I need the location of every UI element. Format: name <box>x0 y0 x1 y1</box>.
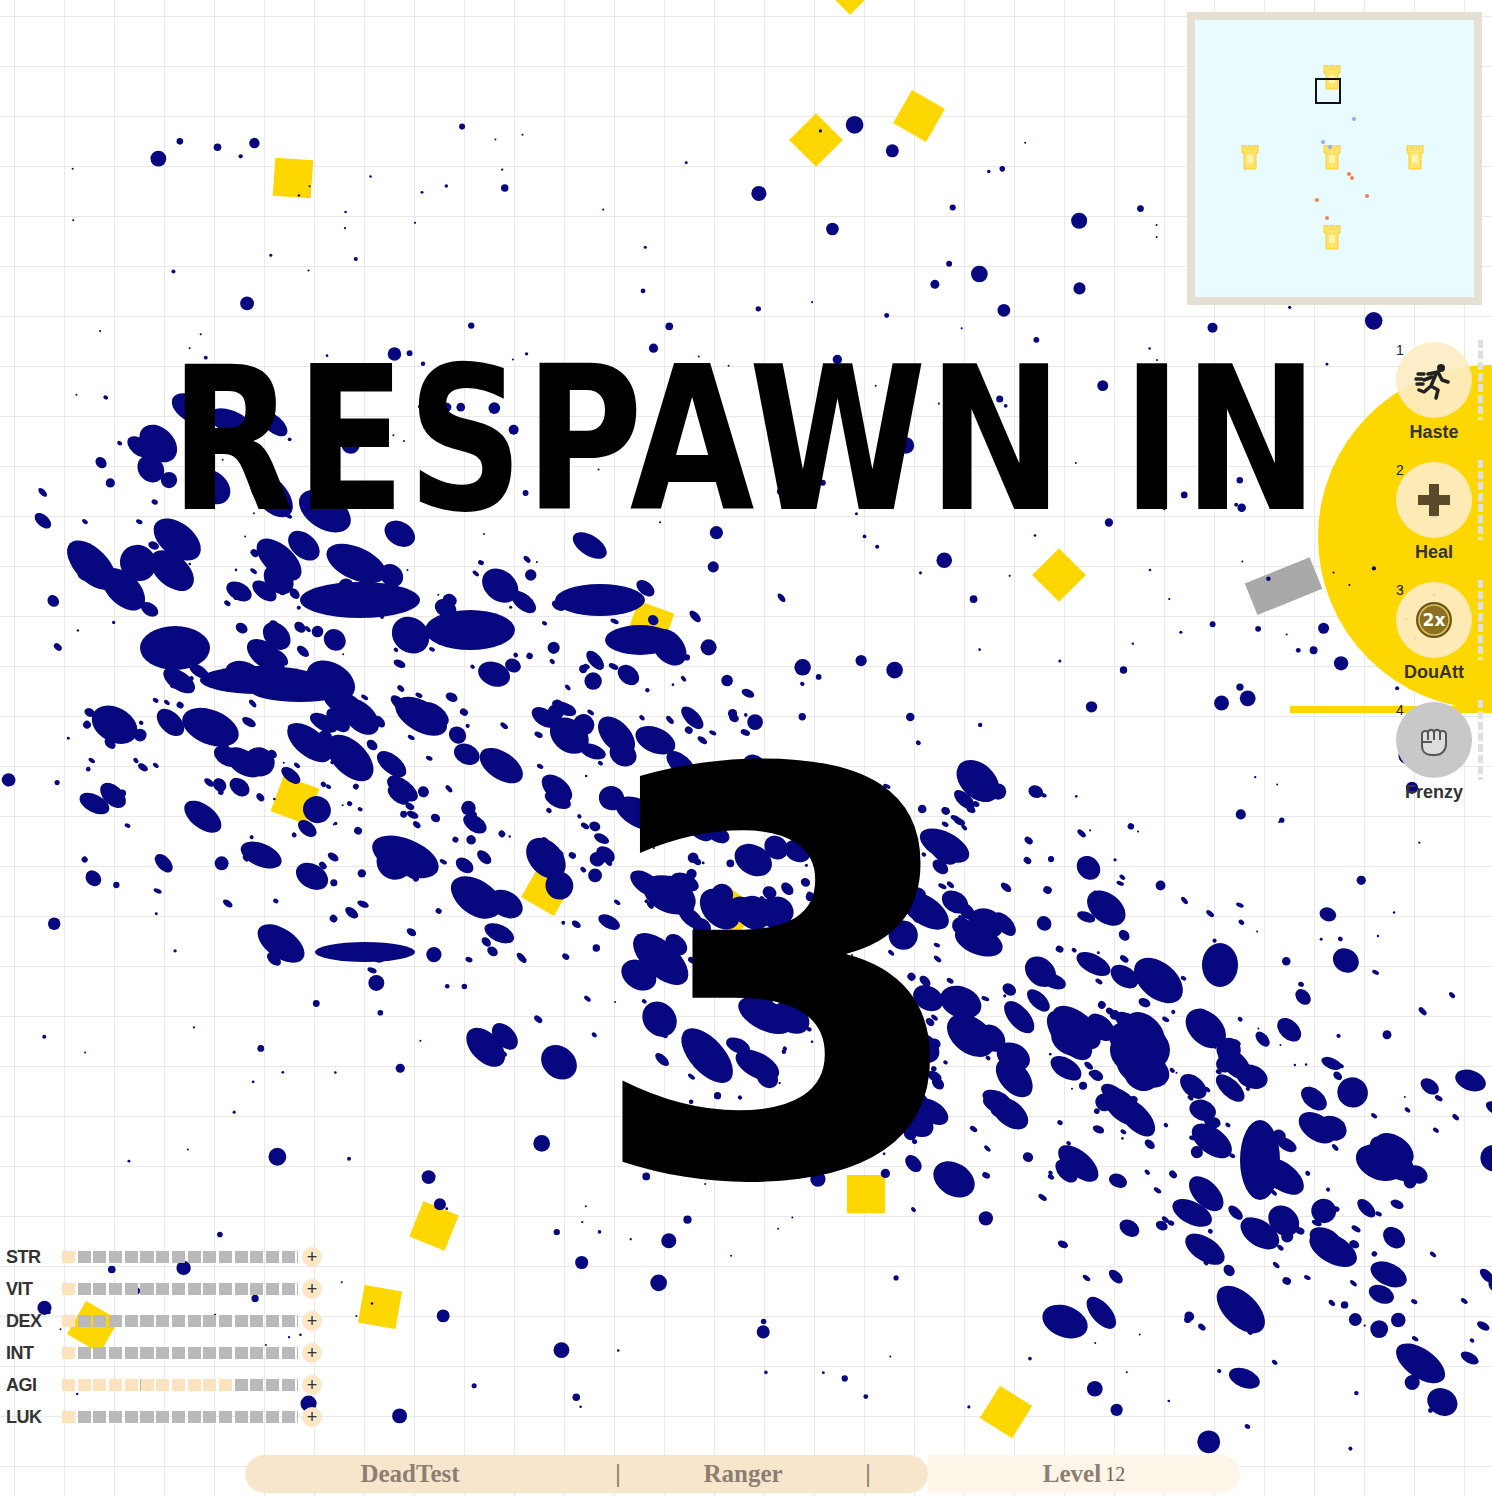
skill[interactable]: 3 2x DouAtt <box>1392 580 1476 690</box>
minimap-player-marker <box>1315 78 1341 104</box>
minimap-dot <box>1365 194 1369 198</box>
cooldown-bar <box>1478 580 1483 660</box>
heal-plus-icon <box>1414 480 1454 520</box>
stat-panel: STR + VIT + DEX + INT + AGI + LUK + <box>6 1246 322 1428</box>
skill-label: DouAtt <box>1404 662 1464 683</box>
food-square <box>67 1301 119 1353</box>
stat-row: STR + <box>6 1246 322 1268</box>
stat-plus-button[interactable]: + <box>302 1279 322 1299</box>
food-square <box>358 1285 402 1329</box>
food-square <box>980 1386 1032 1438</box>
stat-label: DEX <box>6 1311 62 1332</box>
stat-label: AGI <box>6 1375 62 1396</box>
skill-button[interactable] <box>1396 462 1472 538</box>
skill-label: Haste <box>1409 422 1458 443</box>
player-info-bar: DeadTest|Ranger|Level12 <box>245 1455 1240 1493</box>
stat-row: VIT + <box>6 1278 322 1300</box>
skill-label: Heal <box>1415 542 1453 563</box>
skill-hotkey: 1 <box>1396 342 1404 358</box>
tower-icon <box>1241 145 1259 171</box>
tower-icon <box>1323 225 1341 251</box>
skill-bar: 1 Haste 2 Heal 3 2x DouAtt 4 Frenzy <box>1392 340 1476 810</box>
stat-track <box>62 1315 298 1327</box>
tower-icon <box>1323 145 1341 171</box>
minimap-dot <box>1350 176 1354 180</box>
stat-fill <box>62 1379 235 1391</box>
skill-hotkey: 2 <box>1396 462 1404 478</box>
stat-plus-button[interactable]: + <box>302 1343 322 1363</box>
stat-track <box>62 1379 298 1391</box>
skill[interactable]: 4 Frenzy <box>1392 700 1476 810</box>
stat-fill <box>62 1283 78 1295</box>
fist-icon <box>1414 720 1454 760</box>
skill[interactable]: 1 Haste <box>1392 340 1476 450</box>
stat-fill <box>62 1347 78 1359</box>
tower-icon <box>1406 145 1424 171</box>
stat-label: LUK <box>6 1407 62 1428</box>
cooldown-bar <box>1478 700 1483 780</box>
cooldown-bar <box>1478 340 1483 420</box>
minimap-dot <box>1315 198 1319 202</box>
minimap-dot <box>1325 216 1329 220</box>
respawn-title: RESPAWN IN <box>170 340 1320 540</box>
stat-track <box>62 1251 298 1263</box>
stat-track <box>62 1283 298 1295</box>
food-square <box>1032 548 1086 602</box>
separator: | <box>575 1456 661 1492</box>
skill-hotkey: 3 <box>1396 582 1404 598</box>
stat-plus-button[interactable]: + <box>302 1407 322 1427</box>
stat-row: DEX + <box>6 1310 322 1332</box>
stat-plus-button[interactable]: + <box>302 1375 322 1395</box>
player-barrel <box>1245 557 1323 615</box>
respawn-countdown: 3 <box>585 700 925 1260</box>
double-attack-icon: 2x <box>1414 600 1454 640</box>
food-square <box>409 1201 458 1250</box>
minimap-dot <box>1321 140 1325 144</box>
player-level: Level12 <box>928 1455 1240 1493</box>
stat-track <box>62 1411 298 1423</box>
skill[interactable]: 2 Heal <box>1392 460 1476 570</box>
level-value: 12 <box>1105 1463 1125 1486</box>
minimap-dot <box>1352 117 1356 121</box>
separator: | <box>825 1456 911 1492</box>
stat-row: INT + <box>6 1342 322 1364</box>
stat-fill <box>62 1315 78 1327</box>
player-name: DeadTest <box>245 1456 575 1492</box>
stat-label: STR <box>6 1247 62 1268</box>
stat-plus-button[interactable]: + <box>302 1311 322 1331</box>
skill-hotkey: 4 <box>1396 702 1404 718</box>
player-health-bar <box>1290 706 1492 713</box>
double-attack-label: 2x <box>1423 610 1446 630</box>
minimap-dot <box>1328 145 1332 149</box>
player-class: Ranger <box>661 1456 825 1492</box>
cooldown-bar <box>1478 460 1483 540</box>
stat-label: VIT <box>6 1279 62 1300</box>
skill-button[interactable] <box>1396 702 1472 778</box>
skill-button[interactable] <box>1396 342 1472 418</box>
running-icon <box>1414 360 1454 400</box>
stat-label: INT <box>6 1343 62 1364</box>
stat-track <box>62 1347 298 1359</box>
stat-row: LUK + <box>6 1406 322 1428</box>
player-info-main: DeadTest|Ranger| <box>245 1455 928 1493</box>
food-square <box>823 0 877 15</box>
food-square <box>789 113 843 167</box>
stat-row: AGI + <box>6 1374 322 1396</box>
food-square <box>893 90 945 142</box>
stat-fill <box>62 1411 78 1423</box>
food-square <box>273 158 314 199</box>
skill-button[interactable]: 2x <box>1396 582 1472 658</box>
level-label: Level <box>1043 1460 1101 1488</box>
stat-fill <box>62 1251 78 1263</box>
skill-label: Frenzy <box>1405 782 1463 803</box>
minimap[interactable] <box>1187 12 1482 305</box>
stat-plus-button[interactable]: + <box>302 1247 322 1267</box>
